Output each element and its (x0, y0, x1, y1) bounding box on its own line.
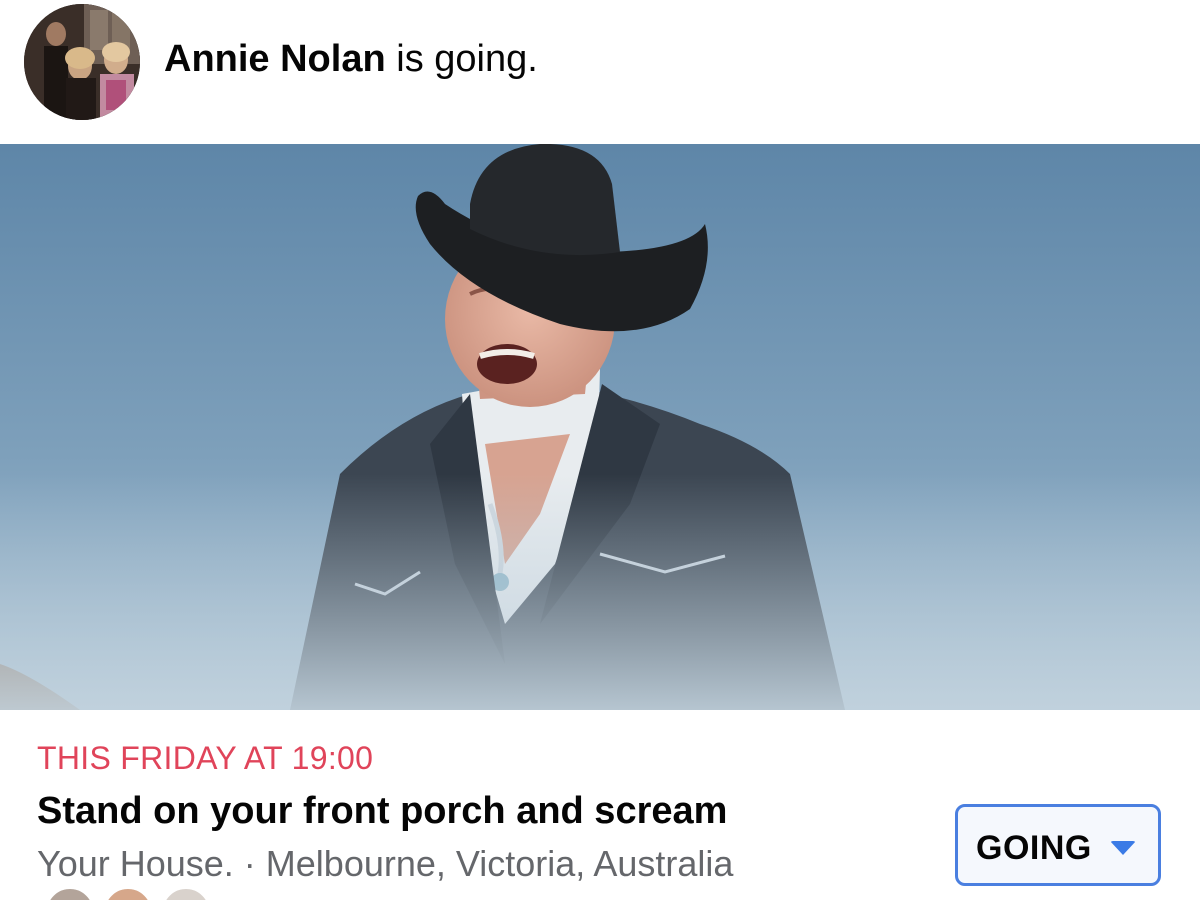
status-text: is going. (385, 38, 538, 80)
user-name-link[interactable]: Annie Nolan (164, 38, 386, 80)
event-title[interactable]: Stand on your front porch and scream (37, 790, 727, 833)
going-label: GOING (976, 829, 1092, 867)
event-date-time: THIS FRIDAY AT 19:00 (37, 740, 374, 776)
avatar[interactable] (24, 4, 140, 120)
event-cover-photo[interactable] (0, 144, 1200, 710)
activity-text: Annie Nolan is going. (164, 38, 538, 81)
friend-avatars[interactable] (44, 886, 224, 900)
avatar-photo (24, 4, 140, 120)
cover-image (0, 144, 1200, 710)
friend-avatar (102, 886, 154, 900)
event-location[interactable]: Your House. · Melbourne, Victoria, Austr… (37, 843, 733, 885)
post-header: Annie Nolan is going. (0, 0, 1200, 144)
going-rsvp-button[interactable]: GOING (955, 804, 1161, 886)
caret-down-icon (1110, 841, 1136, 855)
friend-avatar (160, 886, 212, 900)
event-card: Annie Nolan is going. THIS FRIDAY AT 19:… (0, 0, 1200, 900)
friend-avatar (44, 886, 96, 900)
